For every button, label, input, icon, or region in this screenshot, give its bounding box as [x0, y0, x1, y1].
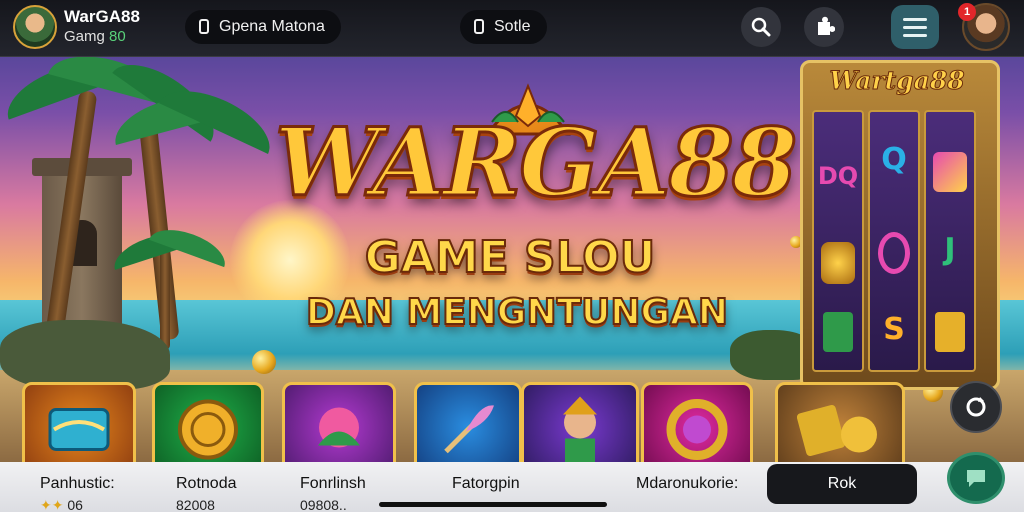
camera-button[interactable] — [950, 381, 1002, 433]
notification-badge[interactable]: 1 — [958, 3, 976, 21]
puzzle-icon — [818, 16, 835, 35]
slot-machine-title: Wartga88 — [829, 66, 965, 96]
rock — [0, 320, 170, 390]
slot-symbol: J — [944, 232, 956, 267]
stat-value: ✦✦ 06 — [40, 497, 83, 512]
tile-treasure-art-icon — [795, 395, 885, 470]
brand-subtitle: Gamg 80 — [64, 28, 126, 45]
game-mode-pill[interactable]: Gpena Matona — [185, 10, 341, 44]
stat-label: Panhustic: — [40, 475, 115, 492]
slot-reel: J — [924, 110, 976, 372]
phone-icon — [199, 19, 209, 34]
stat-value-number: 06 — [67, 497, 83, 512]
stat-label: Fatorgpin — [452, 475, 520, 492]
gold-coin — [252, 350, 276, 374]
tile-feather-art-icon — [436, 398, 500, 467]
slot-reel: DQ — [812, 110, 864, 372]
sort-label: Sotle — [494, 18, 531, 35]
tile-flower-art-icon — [306, 398, 372, 467]
slot-symbol: DQ — [817, 162, 859, 190]
stat-label: Fonrlinsh — [300, 475, 366, 492]
phone-icon — [474, 19, 484, 34]
game-mode-label: Gpena Matona — [219, 18, 325, 35]
stat-label: Rotnoda — [176, 475, 237, 492]
top-bar: WarGA88 Gamg 80 Gpena Matona Sotle 1 — [0, 0, 1024, 57]
sort-pill[interactable]: Sotle — [460, 10, 547, 44]
game-lobby-screen: WarGA88 Gamg 80 Gpena Matona Sotle 1 WAR… — [0, 0, 1024, 512]
brand-subtitle-highlight: 80 — [109, 28, 126, 45]
gem-symbol — [823, 312, 853, 352]
menu-button[interactable] — [891, 5, 939, 49]
hero-subtitle-line1: GAME SLOU — [364, 231, 657, 284]
slot-reel: Q S — [868, 110, 920, 372]
gem-symbol — [821, 242, 855, 284]
brand-subtitle-prefix: Gamg — [64, 28, 110, 45]
search-icon — [751, 17, 771, 37]
slot-symbol: S — [883, 312, 905, 347]
refresh-icon — [966, 397, 986, 417]
stat-value: 82008 — [176, 497, 215, 512]
rok-button[interactable]: Rok — [767, 464, 917, 504]
tile-scroll-art-icon — [44, 400, 114, 465]
chat-button[interactable] — [947, 452, 1005, 504]
chat-bubble-icon — [967, 470, 985, 487]
hero-subtitle-line2: DAN MENGNTUNGAN — [305, 291, 729, 334]
tile-ring-art-icon — [664, 397, 730, 468]
brand-title: WarGA88 — [64, 7, 140, 26]
ring-symbol — [878, 232, 910, 274]
slot-symbol: Q — [881, 142, 907, 177]
stat-label: Mdaronukorie: — [636, 475, 739, 492]
search-button[interactable] — [741, 7, 781, 47]
tile-hero-art-icon — [545, 393, 615, 472]
gem-symbol — [933, 152, 967, 192]
hero-title: WARGA88 — [273, 107, 799, 220]
puzzle-button[interactable] — [804, 7, 844, 47]
stars: ✦✦ — [40, 497, 64, 512]
stat-value: 09808.. — [300, 497, 347, 512]
menu-icon — [903, 17, 927, 21]
tile-coin-art-icon — [176, 398, 240, 467]
brand-logo-avatar[interactable] — [13, 5, 57, 49]
gem-symbol — [935, 312, 965, 352]
home-indicator — [379, 502, 607, 507]
